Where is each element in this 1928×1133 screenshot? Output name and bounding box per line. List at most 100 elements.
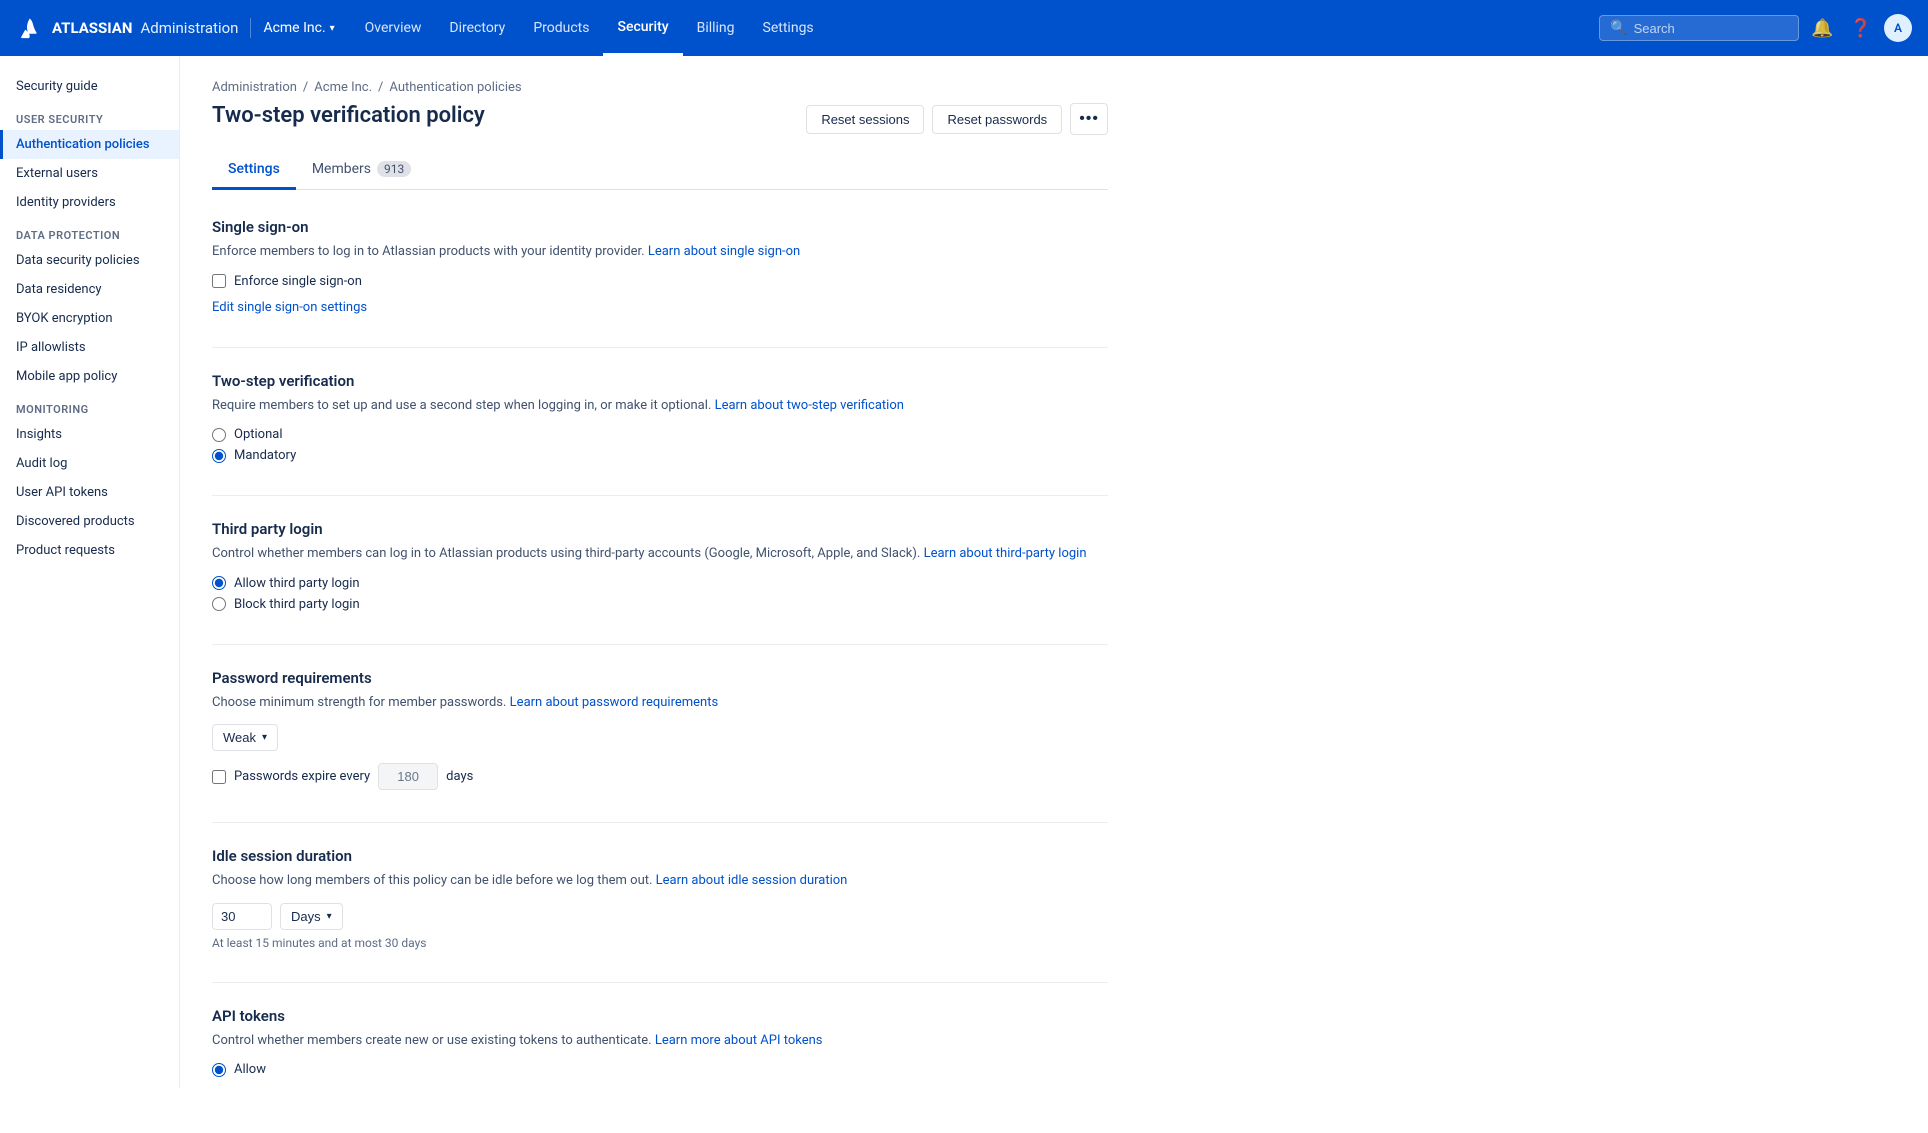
sidebar-item-ip-allowlists[interactable]: IP allowlists	[0, 333, 179, 362]
more-actions-button[interactable]: •••	[1070, 103, 1108, 135]
two-step-optional-radio[interactable]	[212, 428, 226, 442]
two-step-learn-link[interactable]: Learn about two-step verification	[715, 398, 904, 413]
sidebar-item-audit-log[interactable]: Audit log	[0, 449, 179, 478]
two-step-desc-text: Require members to set up and use a seco…	[212, 398, 711, 413]
two-step-optional-row[interactable]: Optional	[212, 427, 1108, 442]
search-input[interactable]	[1634, 21, 1789, 36]
sso-learn-link[interactable]: Learn about single sign-on	[648, 244, 800, 259]
idle-session-hint: At least 15 minutes and at most 30 days	[212, 936, 1108, 950]
search-box[interactable]: 🔍	[1599, 15, 1799, 41]
sidebar-item-data-residency[interactable]: Data residency	[0, 275, 179, 304]
sidebar-item-identity-providers[interactable]: Identity providers	[0, 188, 179, 217]
api-tokens-title: API tokens	[212, 1007, 1108, 1025]
two-step-title: Two-step verification	[212, 372, 1108, 390]
nav-billing[interactable]: Billing	[683, 0, 749, 56]
two-step-optional-label: Optional	[234, 427, 282, 442]
tab-members-label: Members	[312, 161, 371, 177]
chevron-down-icon: ▾	[262, 732, 267, 743]
page-title: Two-step verification policy	[212, 103, 485, 128]
sidebar-item-insights[interactable]: Insights	[0, 420, 179, 449]
search-icon: 🔍	[1610, 20, 1627, 36]
sidebar-item-product-requests[interactable]: Product requests	[0, 536, 179, 565]
nav-overview[interactable]: Overview	[351, 0, 436, 56]
allow-third-party-radio[interactable]	[212, 576, 226, 590]
content-area: Administration / Acme Inc. / Authenticat…	[180, 56, 1140, 1133]
nav-settings[interactable]: Settings	[749, 0, 828, 56]
sidebar-item-user-api-tokens[interactable]: User API tokens	[0, 478, 179, 507]
password-expire-checkbox[interactable]	[212, 770, 226, 784]
password-title: Password requirements	[212, 669, 1108, 687]
password-strength-select[interactable]: Weak ▾	[212, 724, 278, 751]
sso-desc-text: Enforce members to log in to Atlassian p…	[212, 244, 645, 259]
block-third-party-row[interactable]: Block third party login	[212, 597, 1108, 612]
enforce-sso-label: Enforce single sign-on	[234, 274, 362, 289]
two-step-mandatory-radio[interactable]	[212, 449, 226, 463]
sidebar-item-authentication-policies[interactable]: Authentication policies	[0, 130, 179, 159]
tabs: Settings Members 913	[212, 151, 1108, 190]
tab-members[interactable]: Members 913	[296, 151, 427, 190]
password-expire-label: Passwords expire every	[234, 769, 370, 784]
nav-divider	[250, 18, 251, 38]
main-content: Administration / Acme Inc. / Authenticat…	[180, 56, 1928, 1133]
allow-third-party-label: Allow third party login	[234, 576, 360, 591]
sidebar-section-data-protection: DATA PROTECTION	[0, 217, 179, 246]
block-third-party-radio[interactable]	[212, 597, 226, 611]
breadcrumb-current[interactable]: Authentication policies	[389, 80, 521, 95]
reset-sessions-button[interactable]: Reset sessions	[806, 105, 924, 134]
notifications-icon[interactable]: 🔔	[1807, 14, 1837, 43]
edit-sso-settings-link[interactable]: Edit single sign-on settings	[212, 300, 367, 315]
third-party-description: Control whether members can log in to At…	[212, 544, 1108, 564]
org-name: Acme Inc.	[263, 20, 325, 36]
api-tokens-allow-label: Allow	[234, 1062, 266, 1077]
password-learn-link[interactable]: Learn about password requirements	[510, 695, 719, 710]
sso-section: Single sign-on Enforce members to log in…	[212, 218, 1108, 315]
sidebar-section-user-security: USER SECURITY	[0, 101, 179, 130]
enforce-sso-checkbox-row[interactable]: Enforce single sign-on	[212, 274, 1108, 289]
sidebar-item-discovered-products[interactable]: Discovered products	[0, 507, 179, 536]
idle-session-title: Idle session duration	[212, 847, 1108, 865]
divider-5	[212, 982, 1108, 983]
chevron-down-icon: ▾	[327, 911, 332, 922]
api-tokens-section: API tokens Control whether members creat…	[212, 1007, 1108, 1078]
enforce-sso-checkbox[interactable]	[212, 274, 226, 288]
password-description: Choose minimum strength for member passw…	[212, 693, 1108, 713]
sidebar-item-security-guide[interactable]: Security guide	[0, 72, 179, 101]
password-expire-unit: days	[446, 769, 473, 784]
third-party-section: Third party login Control whether member…	[212, 520, 1108, 612]
org-switcher[interactable]: Acme Inc. ▾	[263, 20, 334, 36]
api-tokens-desc-text: Control whether members create new or us…	[212, 1033, 652, 1048]
password-expire-input[interactable]	[378, 763, 438, 790]
sidebar-section-monitoring: MONITORING	[0, 391, 179, 420]
allow-third-party-row[interactable]: Allow third party login	[212, 576, 1108, 591]
tab-settings-label: Settings	[228, 161, 280, 177]
atlassian-brand-text: ATLASSIAN	[52, 19, 132, 37]
third-party-learn-link[interactable]: Learn about third-party login	[924, 546, 1087, 561]
sidebar-item-mobile-app-policy[interactable]: Mobile app policy	[0, 362, 179, 391]
more-icon: •••	[1079, 110, 1099, 128]
two-step-mandatory-row[interactable]: Mandatory	[212, 448, 1108, 463]
page-header: Two-step verification policy Reset sessi…	[212, 103, 1108, 135]
api-tokens-allow-row[interactable]: Allow	[212, 1062, 1108, 1077]
password-expire-row[interactable]: Passwords expire every days	[212, 763, 1108, 790]
idle-session-learn-link[interactable]: Learn about idle session duration	[656, 873, 848, 888]
sidebar-item-data-security-policies[interactable]: Data security policies	[0, 246, 179, 275]
nav-directory[interactable]: Directory	[435, 0, 519, 56]
sidebar-item-byok-encryption[interactable]: BYOK encryption	[0, 304, 179, 333]
idle-session-value-input[interactable]	[212, 903, 272, 930]
sidebar: Security guide USER SECURITY Authenticat…	[0, 56, 180, 1088]
user-avatar[interactable]: A	[1884, 14, 1912, 42]
idle-session-unit-select[interactable]: Days ▾	[280, 903, 343, 930]
idle-session-description: Choose how long members of this policy c…	[212, 871, 1108, 891]
members-count-badge: 913	[377, 161, 411, 177]
reset-passwords-button[interactable]: Reset passwords	[932, 105, 1062, 134]
breadcrumb-administration[interactable]: Administration	[212, 80, 297, 95]
breadcrumb-org[interactable]: Acme Inc.	[314, 80, 372, 95]
sidebar-item-external-users[interactable]: External users	[0, 159, 179, 188]
api-tokens-allow-radio[interactable]	[212, 1063, 226, 1077]
help-icon[interactable]: ❓	[1846, 14, 1876, 43]
nav-security[interactable]: Security	[603, 0, 682, 56]
nav-products[interactable]: Products	[519, 0, 603, 56]
tab-settings[interactable]: Settings	[212, 151, 296, 190]
block-third-party-label: Block third party login	[234, 597, 360, 612]
api-tokens-learn-link[interactable]: Learn more about API tokens	[655, 1033, 823, 1048]
